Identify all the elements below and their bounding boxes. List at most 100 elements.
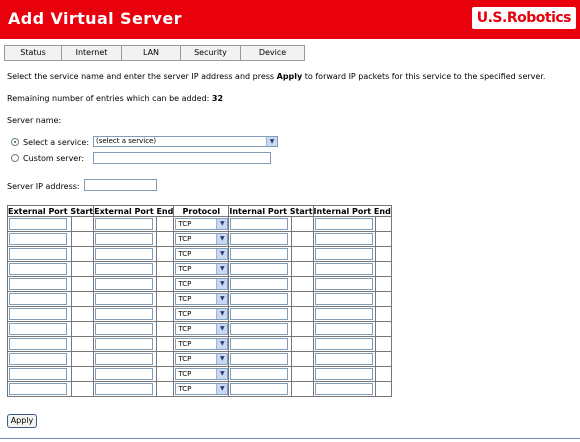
internal-port-start-input[interactable] bbox=[230, 263, 289, 275]
external-port-end-input[interactable] bbox=[95, 323, 154, 335]
internal-port-start-input[interactable] bbox=[230, 218, 289, 230]
external-port-start-input[interactable] bbox=[9, 383, 67, 395]
table-cell: TCP ▼ bbox=[173, 261, 230, 277]
tab-security[interactable]: Security bbox=[181, 46, 241, 60]
external-port-end-input[interactable] bbox=[95, 248, 154, 260]
protocol-select[interactable]: TCP ▼ bbox=[175, 263, 229, 275]
custom-server-input[interactable] bbox=[93, 152, 271, 164]
internal-port-start-input[interactable] bbox=[230, 308, 289, 320]
dropdown-arrow-icon: ▼ bbox=[216, 324, 228, 334]
external-port-end-input[interactable] bbox=[95, 383, 154, 395]
external-port-end-input[interactable] bbox=[95, 338, 154, 350]
external-port-start-input[interactable] bbox=[9, 218, 67, 230]
table-cell bbox=[93, 381, 157, 397]
internal-port-end-input[interactable] bbox=[314, 383, 373, 395]
external-port-start-input[interactable] bbox=[9, 323, 67, 335]
table-cell bbox=[70, 351, 95, 367]
internal-port-end-input[interactable] bbox=[314, 368, 373, 380]
protocol-select[interactable]: TCP ▼ bbox=[175, 233, 229, 245]
protocol-select[interactable]: TCP ▼ bbox=[175, 323, 229, 335]
external-port-end-input[interactable] bbox=[95, 233, 154, 245]
tab-device[interactable]: Device bbox=[241, 46, 304, 60]
table-row: TCP ▼ bbox=[7, 216, 392, 232]
tab-status[interactable]: Status bbox=[5, 46, 62, 60]
internal-port-start-input[interactable] bbox=[230, 293, 289, 305]
external-port-end-input[interactable] bbox=[95, 278, 154, 290]
external-port-end-input[interactable] bbox=[95, 353, 154, 365]
table-row: TCP ▼ bbox=[7, 336, 392, 352]
external-port-end-input[interactable] bbox=[95, 263, 154, 275]
table-row: TCP ▼ bbox=[7, 291, 392, 307]
page-title: Add Virtual Server bbox=[8, 9, 182, 28]
internal-port-start-input[interactable] bbox=[230, 233, 289, 245]
internal-port-start-input[interactable] bbox=[230, 338, 289, 350]
protocol-select[interactable]: TCP ▼ bbox=[175, 368, 229, 380]
internal-port-end-input[interactable] bbox=[314, 233, 373, 245]
protocol-select[interactable]: TCP ▼ bbox=[175, 218, 229, 230]
apply-button[interactable]: Apply bbox=[7, 414, 37, 428]
external-port-end-input[interactable] bbox=[95, 308, 154, 320]
table-cell bbox=[93, 246, 157, 262]
table-cell bbox=[228, 351, 293, 367]
internal-port-end-input[interactable] bbox=[314, 263, 373, 275]
table-cell bbox=[228, 261, 293, 277]
table-cell bbox=[70, 276, 95, 292]
protocol-select[interactable]: TCP ▼ bbox=[175, 308, 229, 320]
protocol-value: TCP bbox=[178, 250, 192, 258]
table-cell bbox=[312, 276, 377, 292]
protocol-select[interactable]: TCP ▼ bbox=[175, 278, 229, 290]
internal-port-end-input[interactable] bbox=[314, 353, 373, 365]
external-port-start-input[interactable] bbox=[9, 263, 67, 275]
table-cell bbox=[7, 366, 72, 382]
internal-port-end-input[interactable] bbox=[314, 338, 373, 350]
external-port-start-input[interactable] bbox=[9, 248, 67, 260]
dropdown-arrow-icon: ▼ bbox=[216, 234, 228, 244]
external-port-start-input[interactable] bbox=[9, 308, 67, 320]
external-port-start-input[interactable] bbox=[9, 293, 67, 305]
external-port-end-input[interactable] bbox=[95, 293, 154, 305]
table-cell bbox=[155, 276, 175, 292]
table-cell bbox=[70, 261, 95, 277]
protocol-select[interactable]: TCP ▼ bbox=[175, 293, 229, 305]
protocol-select[interactable]: TCP ▼ bbox=[175, 353, 229, 365]
external-port-start-input[interactable] bbox=[9, 353, 67, 365]
external-port-end-input[interactable] bbox=[95, 368, 154, 380]
dropdown-arrow-icon: ▼ bbox=[216, 339, 228, 349]
custom-server-radio[interactable] bbox=[11, 154, 19, 162]
protocol-value: TCP bbox=[178, 355, 192, 363]
table-cell: TCP ▼ bbox=[173, 321, 230, 337]
protocol-select[interactable]: TCP ▼ bbox=[175, 338, 229, 350]
internal-port-start-input[interactable] bbox=[230, 278, 289, 290]
internal-port-start-input[interactable] bbox=[230, 323, 289, 335]
external-port-start-input[interactable] bbox=[9, 233, 67, 245]
server-ip-label: Server IP address: bbox=[7, 182, 80, 191]
internal-port-end-input[interactable] bbox=[314, 323, 373, 335]
internal-port-start-input[interactable] bbox=[230, 383, 289, 395]
external-port-start-input[interactable] bbox=[9, 338, 67, 350]
external-port-start-input[interactable] bbox=[9, 278, 67, 290]
protocol-select[interactable]: TCP ▼ bbox=[175, 248, 229, 260]
internal-port-start-input[interactable] bbox=[230, 353, 289, 365]
internal-port-end-input[interactable] bbox=[314, 308, 373, 320]
header-external-port-end: External Port End bbox=[93, 205, 175, 217]
internal-port-end-input[interactable] bbox=[314, 218, 373, 230]
internal-port-end-input[interactable] bbox=[314, 248, 373, 260]
tab-lan[interactable]: LAN bbox=[122, 46, 181, 60]
external-port-start-input[interactable] bbox=[9, 368, 67, 380]
external-port-end-input[interactable] bbox=[95, 218, 154, 230]
table-cell bbox=[291, 246, 314, 262]
internal-port-start-input[interactable] bbox=[230, 368, 289, 380]
protocol-value: TCP bbox=[178, 325, 192, 333]
tab-internet[interactable]: Internet bbox=[62, 46, 122, 60]
table-cell bbox=[228, 231, 293, 247]
service-select[interactable]: (select a service) ▼ bbox=[93, 136, 278, 147]
internal-port-end-input[interactable] bbox=[314, 293, 373, 305]
internal-port-end-input[interactable] bbox=[314, 278, 373, 290]
table-row: TCP ▼ bbox=[7, 321, 392, 337]
header-internal-port-end: Internal Port End bbox=[312, 205, 392, 217]
internal-port-start-input[interactable] bbox=[230, 248, 289, 260]
table-cell bbox=[155, 336, 175, 352]
protocol-select[interactable]: TCP ▼ bbox=[175, 383, 229, 395]
server-ip-input[interactable] bbox=[84, 179, 157, 191]
select-service-radio[interactable] bbox=[11, 138, 19, 146]
